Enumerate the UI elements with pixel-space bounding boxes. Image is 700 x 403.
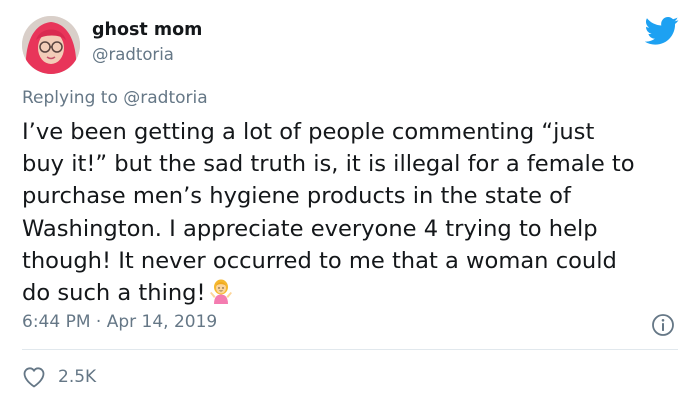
tweet-text: I’ve been getting a lot of people commen… [22,116,692,309]
tweet-line: Washington. I appreciate everyone 4 tryi… [22,215,598,242]
tweet-line: though! It never occurred to me that a w… [22,247,617,274]
replying-prefix: Replying to [22,88,118,108]
author-name[interactable]: ghost mom [92,20,202,40]
tweet-line: purchase men’s hygiene products in the s… [22,183,571,210]
like-count: 2.5K [58,367,97,387]
info-icon[interactable] [651,313,675,337]
twitter-bird-icon[interactable] [644,16,679,46]
tweet-line: I’ve been getting a lot of people commen… [22,119,595,145]
tweet-line-last: do such a thing! [22,277,692,309]
woman-shrugging-emoji [208,278,234,305]
reply-handle-link[interactable]: @radtoria [123,88,207,108]
avatar[interactable] [22,16,80,74]
tweet-card: ghost mom @radtoria Replying to @radtori… [0,0,700,403]
heart-icon[interactable] [22,366,46,388]
author-handle[interactable]: @radtoria [92,45,174,64]
tweet-line: do such a thing! [22,280,206,307]
tweet-line: buy it!” but the sad truth is, it is ill… [22,151,635,178]
replying-to: Replying to @radtoria [22,88,208,108]
divider [22,349,678,350]
like-action[interactable]: 2.5K [22,364,96,390]
tweet-timestamp[interactable]: 6:44 PM · Apr 14, 2019 [22,312,217,332]
